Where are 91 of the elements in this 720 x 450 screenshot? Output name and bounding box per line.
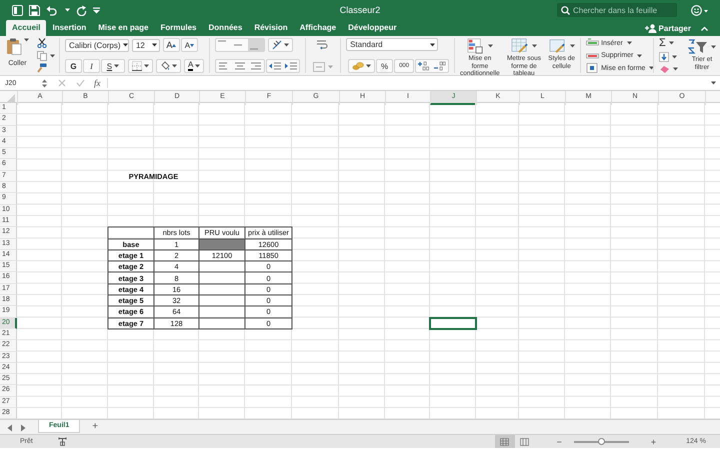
function-button[interactable]: fx xyxy=(90,78,108,88)
caret-icon[interactable] xyxy=(114,64,120,68)
caret-icon[interactable] xyxy=(152,43,157,47)
ribbon-tab[interactable]: Insertion xyxy=(46,20,92,36)
decrease-indent-icon[interactable] xyxy=(267,60,284,72)
ribbon-tab[interactable]: Formules xyxy=(154,20,203,36)
borders-button[interactable] xyxy=(128,59,153,73)
brush-icon[interactable] xyxy=(37,63,47,73)
caret-icon[interactable] xyxy=(430,42,436,46)
percent-button[interactable]: % xyxy=(376,59,394,73)
caret-icon[interactable] xyxy=(673,67,678,71)
redo-icon[interactable] xyxy=(76,4,87,16)
caret-icon[interactable] xyxy=(172,64,177,68)
bold-button[interactable]: G xyxy=(64,59,82,73)
caret-icon[interactable] xyxy=(50,54,55,58)
ribbon-tab[interactable]: Développeur xyxy=(342,20,403,36)
paint-bucket-icon xyxy=(160,61,170,71)
search-field[interactable]: Chercher dans la feuille xyxy=(557,3,677,17)
caret-icon[interactable] xyxy=(532,44,538,48)
page-layout-icon xyxy=(520,438,530,446)
autosum-button[interactable]: Σ xyxy=(659,38,666,48)
smiley-icon[interactable] xyxy=(691,4,709,16)
caret-icon[interactable] xyxy=(488,44,494,48)
caret-icon[interactable] xyxy=(65,8,70,12)
fill-down-icon[interactable] xyxy=(659,52,670,62)
caret-icon[interactable] xyxy=(570,44,576,48)
zoom-slider[interactable] xyxy=(574,440,629,443)
sort-filter-icon xyxy=(688,39,708,55)
down-triangle-icon xyxy=(190,44,194,46)
wrap-text-icon[interactable] xyxy=(316,39,330,50)
font-field[interactable]: Calibri (Corps) xyxy=(64,38,129,52)
underline-button[interactable]: S xyxy=(100,59,125,73)
caret-icon[interactable] xyxy=(668,41,674,45)
caret-icon[interactable] xyxy=(284,43,290,47)
coins-icon xyxy=(352,61,364,71)
grow-font-button[interactable]: A xyxy=(162,38,180,52)
check-icon[interactable] xyxy=(76,79,85,87)
ribbon-tab[interactable]: Révision xyxy=(248,20,294,36)
spinner-icon[interactable] xyxy=(42,78,47,88)
borders-icon xyxy=(132,61,142,71)
shrink-font-button[interactable]: A xyxy=(180,38,198,52)
scissors-icon[interactable] xyxy=(37,38,47,48)
collapse-icon[interactable] xyxy=(701,26,708,30)
zoom-out-button[interactable]: − xyxy=(556,436,562,447)
caret-icon[interactable] xyxy=(144,64,149,68)
orientation-button[interactable] xyxy=(268,38,294,52)
ribbon-tab[interactable]: Données xyxy=(202,20,248,36)
caret-icon[interactable] xyxy=(649,66,654,70)
format-cells-icon xyxy=(586,63,600,73)
delete-row-icon xyxy=(586,50,600,60)
caret-icon[interactable] xyxy=(637,54,642,58)
customize-icon[interactable] xyxy=(93,6,100,14)
zoom-in-button[interactable]: + xyxy=(650,436,656,447)
add-person-icon xyxy=(644,24,657,32)
add-sheet-button[interactable]: + xyxy=(92,420,98,434)
font-size-field[interactable]: 12 xyxy=(132,38,160,52)
expand-icon[interactable] xyxy=(711,81,716,85)
eraser-icon[interactable] xyxy=(659,65,670,73)
next-sheet-icon[interactable] xyxy=(20,424,26,432)
caret-icon[interactable] xyxy=(122,43,128,47)
fill-color-button[interactable] xyxy=(156,59,181,73)
normal-view-button[interactable] xyxy=(494,435,515,448)
merge-cells-icon[interactable] xyxy=(313,62,326,72)
caret-icon[interactable] xyxy=(626,41,632,45)
italic-button[interactable]: I xyxy=(82,59,100,73)
cell-style-icon xyxy=(548,38,568,54)
selected-cell[interactable] xyxy=(429,316,477,330)
sidebar-icon[interactable] xyxy=(12,4,23,16)
table-format-icon xyxy=(510,38,530,54)
save-icon[interactable] xyxy=(29,4,40,16)
font-color-button[interactable]: A xyxy=(184,59,204,73)
increase-indent-icon[interactable] xyxy=(283,60,300,72)
undo-icon[interactable] xyxy=(46,4,57,16)
caret-icon[interactable] xyxy=(366,64,372,68)
macro-record-icon[interactable] xyxy=(58,437,67,446)
ribbon-tab[interactable]: Affichage xyxy=(294,20,342,36)
ribbon-tab[interactable]: Mise en page xyxy=(92,20,154,36)
caret-icon[interactable] xyxy=(195,64,200,68)
previous-sheet-icon[interactable] xyxy=(7,424,13,432)
rotated-text-icon xyxy=(272,40,282,50)
window-title: Classeur2 xyxy=(338,5,382,15)
grid-icon xyxy=(500,438,510,446)
search-icon xyxy=(561,6,571,14)
up-triangle-icon xyxy=(172,44,176,46)
share-button[interactable]: Partager xyxy=(644,24,691,32)
caret-icon[interactable] xyxy=(24,38,29,42)
caret-icon[interactable] xyxy=(672,54,678,58)
caret-icon[interactable] xyxy=(711,45,716,49)
number-format-field[interactable]: Standard xyxy=(346,38,438,51)
ribbon-tab[interactable]: Accueil xyxy=(6,20,46,36)
decrease-decimal-icon[interactable] xyxy=(432,60,448,72)
